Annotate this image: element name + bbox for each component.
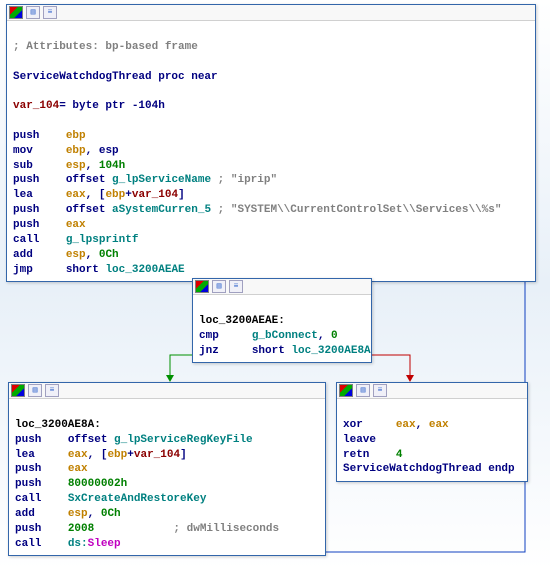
mnemonic: push (15, 478, 41, 490)
operand: esp (66, 160, 86, 172)
var-name[interactable]: var_104 (13, 100, 59, 112)
node-body: loc_3200AE8A: push offset g_lpServiceReg… (9, 399, 325, 555)
mnemonic: call (15, 493, 41, 505)
varref[interactable]: var_104 (132, 189, 178, 201)
symbol[interactable]: g_bConnect (252, 330, 318, 342)
mnemonic: push (13, 219, 39, 231)
mnemonic: push (15, 434, 41, 446)
operand: ebp (66, 145, 86, 157)
imm: 80000002h (68, 478, 127, 490)
symbol[interactable]: g_lpServiceName (112, 174, 211, 186)
palette-icon[interactable] (9, 6, 23, 19)
mnemonic: call (15, 538, 41, 550)
node-body: loc_3200AEAE: cmp g_bConnect, 0 jnz shor… (193, 295, 371, 362)
asm-comment: ; dwMilliseconds (94, 523, 279, 535)
list-icon[interactable]: ≡ (229, 280, 243, 293)
varref[interactable]: var_104 (134, 449, 180, 461)
mnemonic: push (13, 174, 39, 186)
mnemonic: push (13, 130, 39, 142)
mnemonic: jmp (13, 264, 33, 276)
var-rest: = byte ptr -104h (59, 100, 165, 112)
loc-ref[interactable]: loc_3200AE8A (291, 345, 370, 357)
mnemonic: push (13, 204, 39, 216)
mnemonic: lea (13, 189, 33, 201)
mnemonic: push (15, 463, 41, 475)
operand: ebp (66, 130, 86, 142)
mnemonic: cmp (199, 330, 219, 342)
disasm-node-entry[interactable]: ▥ ≡ ; Attributes: bp-based frame Service… (6, 4, 536, 282)
mnemonic: jnz (199, 345, 219, 357)
palette-icon[interactable] (339, 384, 353, 397)
palette-icon[interactable] (195, 280, 209, 293)
node-header: ▥ ≡ (7, 5, 535, 21)
loc-label[interactable]: loc_3200AE8A: (15, 419, 101, 431)
proc-decl[interactable]: ServiceWatchdogThread proc near (13, 71, 218, 83)
mnemonic: add (13, 249, 33, 261)
symbol[interactable]: aSystemCurren_5 (112, 204, 211, 216)
imm: 2008 (68, 523, 94, 535)
imm: 104h (99, 160, 125, 172)
mnemonic: xor (343, 419, 363, 431)
symbol[interactable]: g_lpsprintf (66, 234, 139, 246)
node-header: ▥ ≡ (9, 383, 325, 399)
api-call[interactable]: Sleep (88, 538, 121, 550)
mnemonic: leave (343, 434, 376, 446)
asm-comment: ; "iprip" (211, 174, 277, 186)
asm-comment: ; "SYSTEM\\CurrentControlSet\\Services\\… (211, 204, 501, 216)
disasm-node-exit[interactable]: ▥ ≡ xor eax, eax leave retn 4 ServiceWat… (336, 382, 528, 482)
mnemonic: lea (15, 449, 35, 461)
chart-icon[interactable]: ▥ (28, 384, 42, 397)
chart-icon[interactable]: ▥ (212, 280, 226, 293)
symbol[interactable]: g_lpServiceRegKeyFile (114, 434, 253, 446)
mnemonic: retn (343, 449, 369, 461)
node-body: ; Attributes: bp-based frame ServiceWatc… (7, 21, 535, 281)
node-header: ▥ ≡ (337, 383, 527, 399)
mnemonic: call (13, 234, 39, 246)
asm-comment: ; Attributes: bp-based frame (13, 41, 198, 53)
loc-label[interactable]: loc_3200AEAE: (199, 315, 285, 327)
chart-icon[interactable]: ▥ (26, 6, 40, 19)
mnemonic: mov (13, 145, 33, 157)
mnemonic: sub (13, 160, 33, 172)
symbol[interactable]: SxCreateAndRestoreKey (68, 493, 207, 505)
palette-icon[interactable] (11, 384, 25, 397)
mnemonic: add (15, 508, 35, 520)
list-icon[interactable]: ≡ (45, 384, 59, 397)
loc-ref[interactable]: loc_3200AEAE (105, 264, 184, 276)
disasm-node-cond[interactable]: ▥ ≡ loc_3200AEAE: cmp g_bConnect, 0 jnz … (192, 278, 372, 363)
mnemonic: push (15, 523, 41, 535)
disasm-node-loop[interactable]: ▥ ≡ loc_3200AE8A: push offset g_lpServic… (8, 382, 326, 556)
chart-icon[interactable]: ▥ (356, 384, 370, 397)
proc-end[interactable]: ServiceWatchdogThread (343, 463, 482, 475)
node-header: ▥ ≡ (193, 279, 371, 295)
node-body: xor eax, eax leave retn 4 ServiceWatchdo… (337, 399, 527, 481)
list-icon[interactable]: ≡ (373, 384, 387, 397)
list-icon[interactable]: ≡ (43, 6, 57, 19)
